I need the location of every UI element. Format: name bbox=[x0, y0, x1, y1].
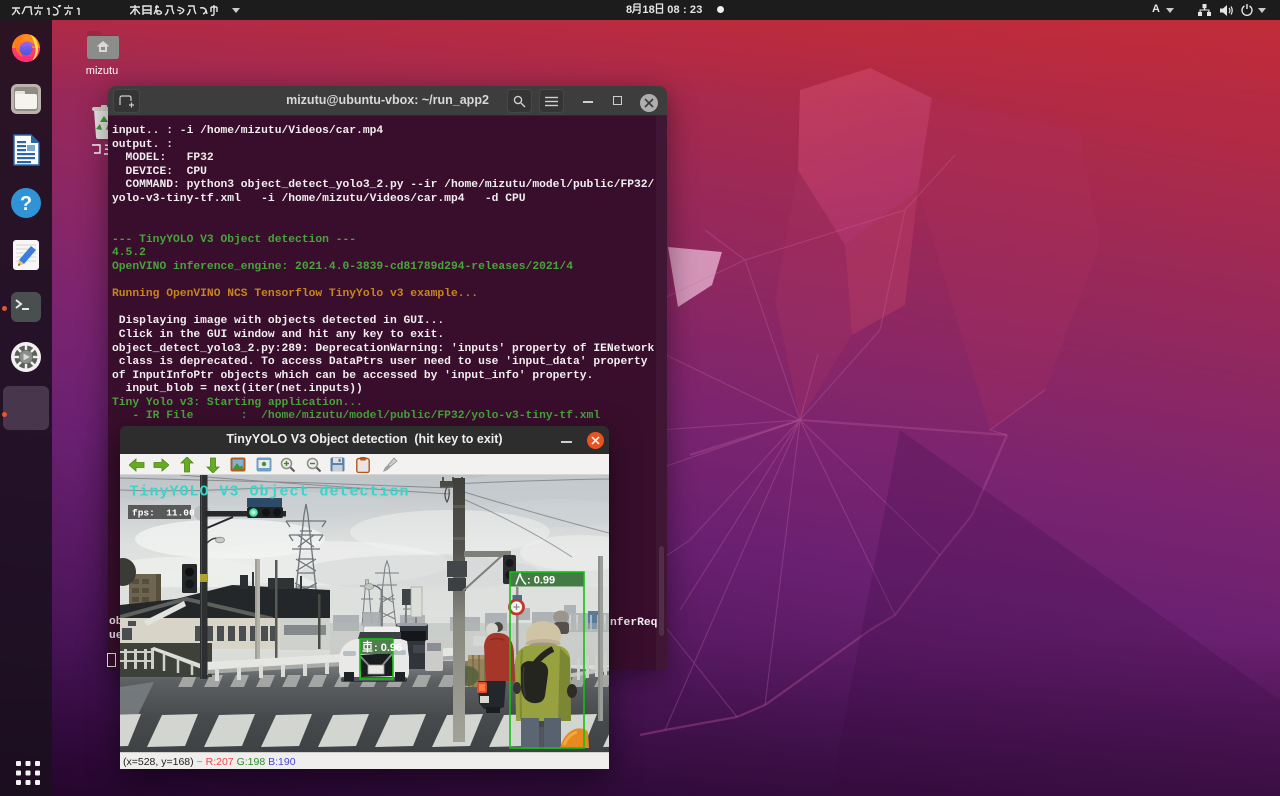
svg-text:: 0.96: : 0.96 bbox=[374, 642, 402, 654]
svg-text:?: ? bbox=[20, 193, 32, 215]
svg-text:: 0.99: : 0.99 bbox=[527, 575, 555, 587]
svg-text:fps: 11.00: fps: 11.00 bbox=[132, 508, 195, 519]
svg-text:TinyYOLO V3 Object detection: TinyYOLO V3 Object detection bbox=[130, 484, 410, 501]
